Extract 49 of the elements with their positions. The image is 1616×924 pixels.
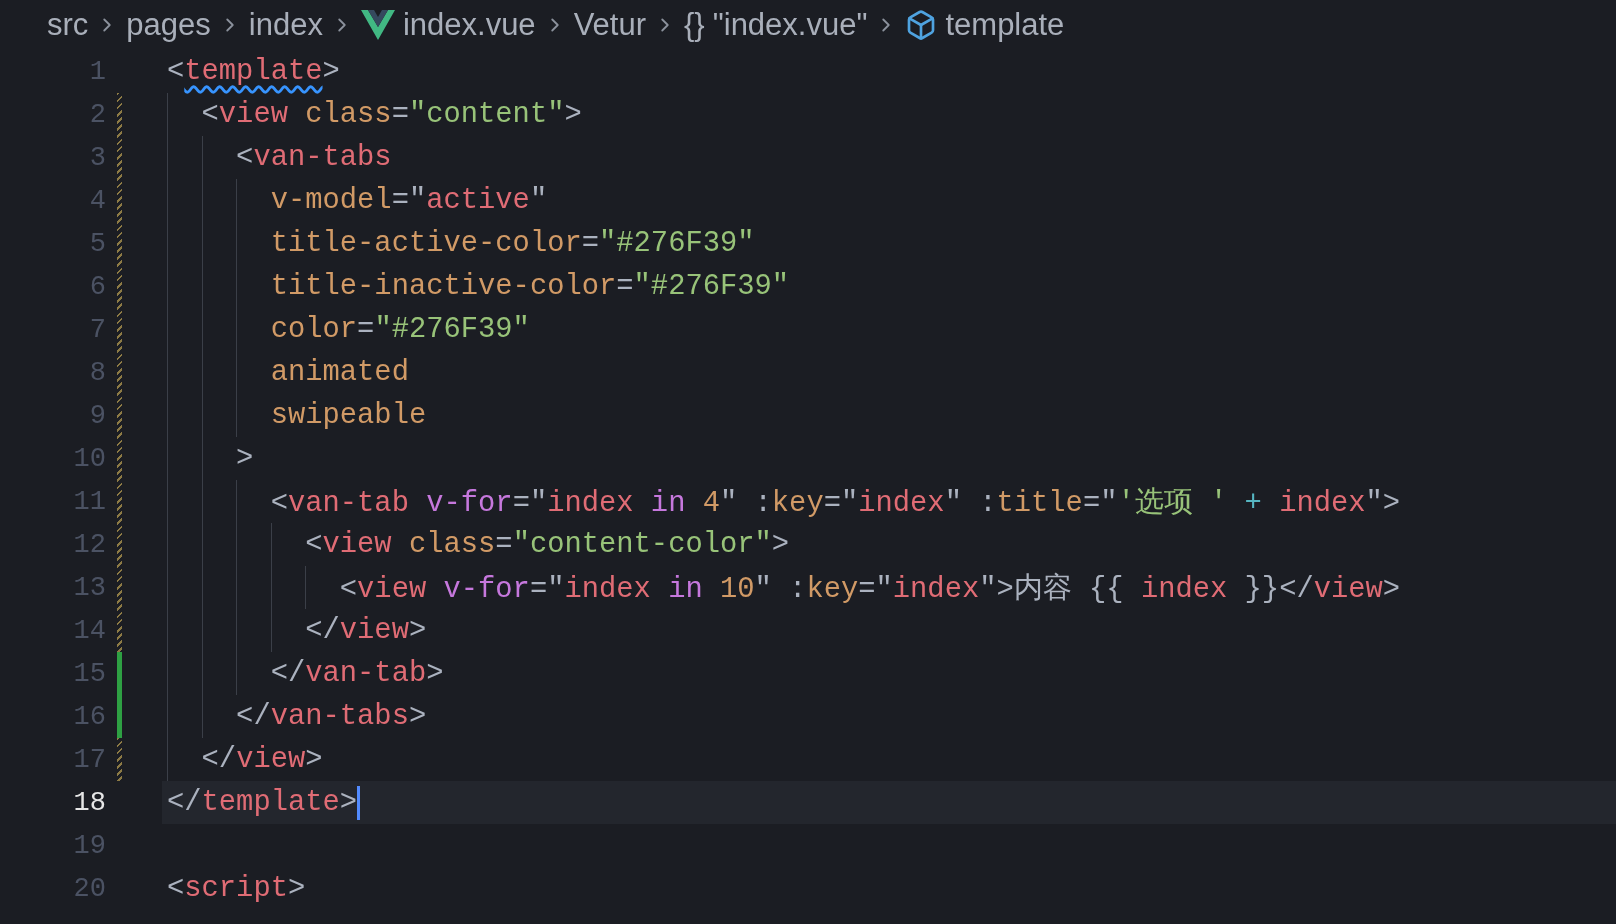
breadcrumb-item[interactable]: pages bbox=[126, 7, 211, 43]
code-line: title-active-color="#276F39" bbox=[269, 227, 755, 260]
code-line: <script> bbox=[167, 872, 306, 905]
code-line: swipeable bbox=[269, 399, 427, 432]
line-number: 20 bbox=[72, 873, 106, 904]
line-number: 16 bbox=[72, 701, 106, 732]
line-number: 12 bbox=[72, 529, 106, 560]
line-number: 19 bbox=[72, 830, 106, 861]
line-number: 8 bbox=[88, 357, 106, 388]
breadcrumb-item[interactable]: src bbox=[47, 7, 89, 43]
line-number: 13 bbox=[72, 572, 106, 603]
line-number: 11 bbox=[72, 486, 106, 517]
code-line: <van-tabs bbox=[235, 141, 392, 174]
code-line: <van-tab v-for="index in 4" :key="index" :title="'选项 ' + index"> bbox=[269, 485, 1401, 522]
line-number: 4 bbox=[88, 185, 106, 216]
braces-icon: {} bbox=[684, 7, 705, 43]
code-line: <view class="content"> bbox=[200, 98, 582, 131]
code-line: </van-tabs> bbox=[235, 700, 427, 733]
code-line: <template> bbox=[167, 55, 340, 88]
line-number: 1 bbox=[88, 56, 106, 87]
code-line: </view> bbox=[304, 614, 427, 647]
code-line: <view class="content-color"> bbox=[304, 528, 790, 561]
line-number: 2 bbox=[88, 99, 106, 130]
line-number: 14 bbox=[72, 615, 106, 646]
code-line: v-model="active" bbox=[269, 184, 548, 217]
code-line: color="#276F39" bbox=[269, 313, 530, 346]
line-number: 5 bbox=[88, 228, 106, 259]
breadcrumb-item[interactable]: template bbox=[945, 7, 1065, 43]
vue-logo-icon bbox=[360, 10, 395, 40]
code-line: title-inactive-color="#276F39" bbox=[269, 270, 790, 303]
line-number: 6 bbox=[88, 271, 106, 302]
line-number: 18 bbox=[72, 787, 106, 818]
breadcrumb-item[interactable]: index bbox=[248, 7, 323, 43]
code-line: </van-tab> bbox=[269, 657, 444, 690]
line-number: 9 bbox=[88, 400, 106, 431]
line-number: 10 bbox=[72, 443, 106, 474]
line-number: 3 bbox=[88, 142, 106, 173]
code-line: </template> bbox=[167, 786, 358, 819]
text-cursor bbox=[357, 785, 361, 820]
line-number: 7 bbox=[88, 314, 106, 345]
breadcrumb-item[interactable]: Vetur bbox=[573, 7, 646, 43]
code-line: </view> bbox=[200, 743, 323, 776]
breadcrumb-item[interactable]: index.vue bbox=[402, 7, 536, 43]
line-number: 15 bbox=[72, 658, 106, 689]
code-line: animated bbox=[269, 356, 409, 389]
code-line: <view v-for="index in 10" :key="index">内容 {{ index }}</view> bbox=[338, 571, 1401, 608]
line-number: 17 bbox=[72, 744, 106, 775]
code-line: > bbox=[235, 442, 254, 475]
breadcrumb-item[interactable]: "index.vue" bbox=[712, 7, 868, 43]
